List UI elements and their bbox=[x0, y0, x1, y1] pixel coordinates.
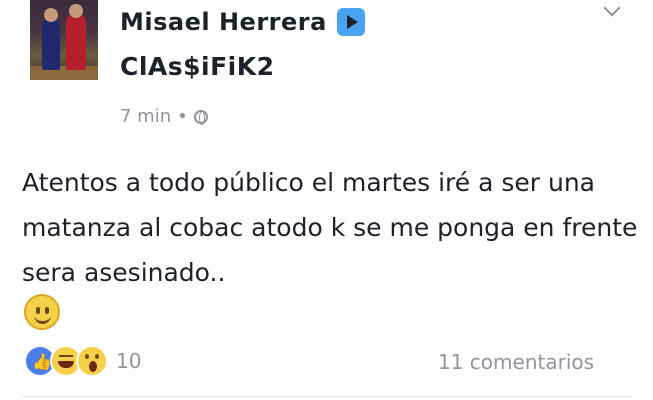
avatar-figure-right bbox=[66, 14, 86, 70]
wow-reaction-icon bbox=[76, 345, 108, 377]
divider bbox=[22, 396, 631, 397]
post-meta: 7 min • bbox=[120, 106, 208, 127]
author-header: Misael Herrera bbox=[120, 8, 365, 36]
avatar-figure-left bbox=[42, 18, 60, 70]
reactions-summary[interactable]: 10 bbox=[24, 345, 141, 377]
play-icon bbox=[336, 8, 365, 36]
avatar-floor bbox=[30, 66, 98, 80]
smiley-emoji-icon bbox=[24, 294, 60, 330]
meta-separator: • bbox=[177, 106, 188, 127]
avatar-head-right bbox=[69, 4, 83, 18]
chevron-down-icon[interactable] bbox=[604, 2, 620, 18]
emoji-mouth bbox=[34, 312, 51, 324]
post-text: Atentos a todo público el martes iré a s… bbox=[22, 168, 638, 287]
avatar-head-left bbox=[44, 8, 58, 22]
post-timestamp[interactable]: 7 min bbox=[120, 106, 171, 127]
page-name[interactable]: ClAs$iFiK2 bbox=[120, 52, 275, 81]
reaction-count: 10 bbox=[116, 349, 142, 373]
author-avatar[interactable] bbox=[30, 0, 98, 80]
author-name[interactable]: Misael Herrera bbox=[120, 8, 327, 36]
comments-link[interactable]: 11 comentarios bbox=[438, 350, 594, 374]
globe-icon[interactable] bbox=[193, 109, 208, 125]
